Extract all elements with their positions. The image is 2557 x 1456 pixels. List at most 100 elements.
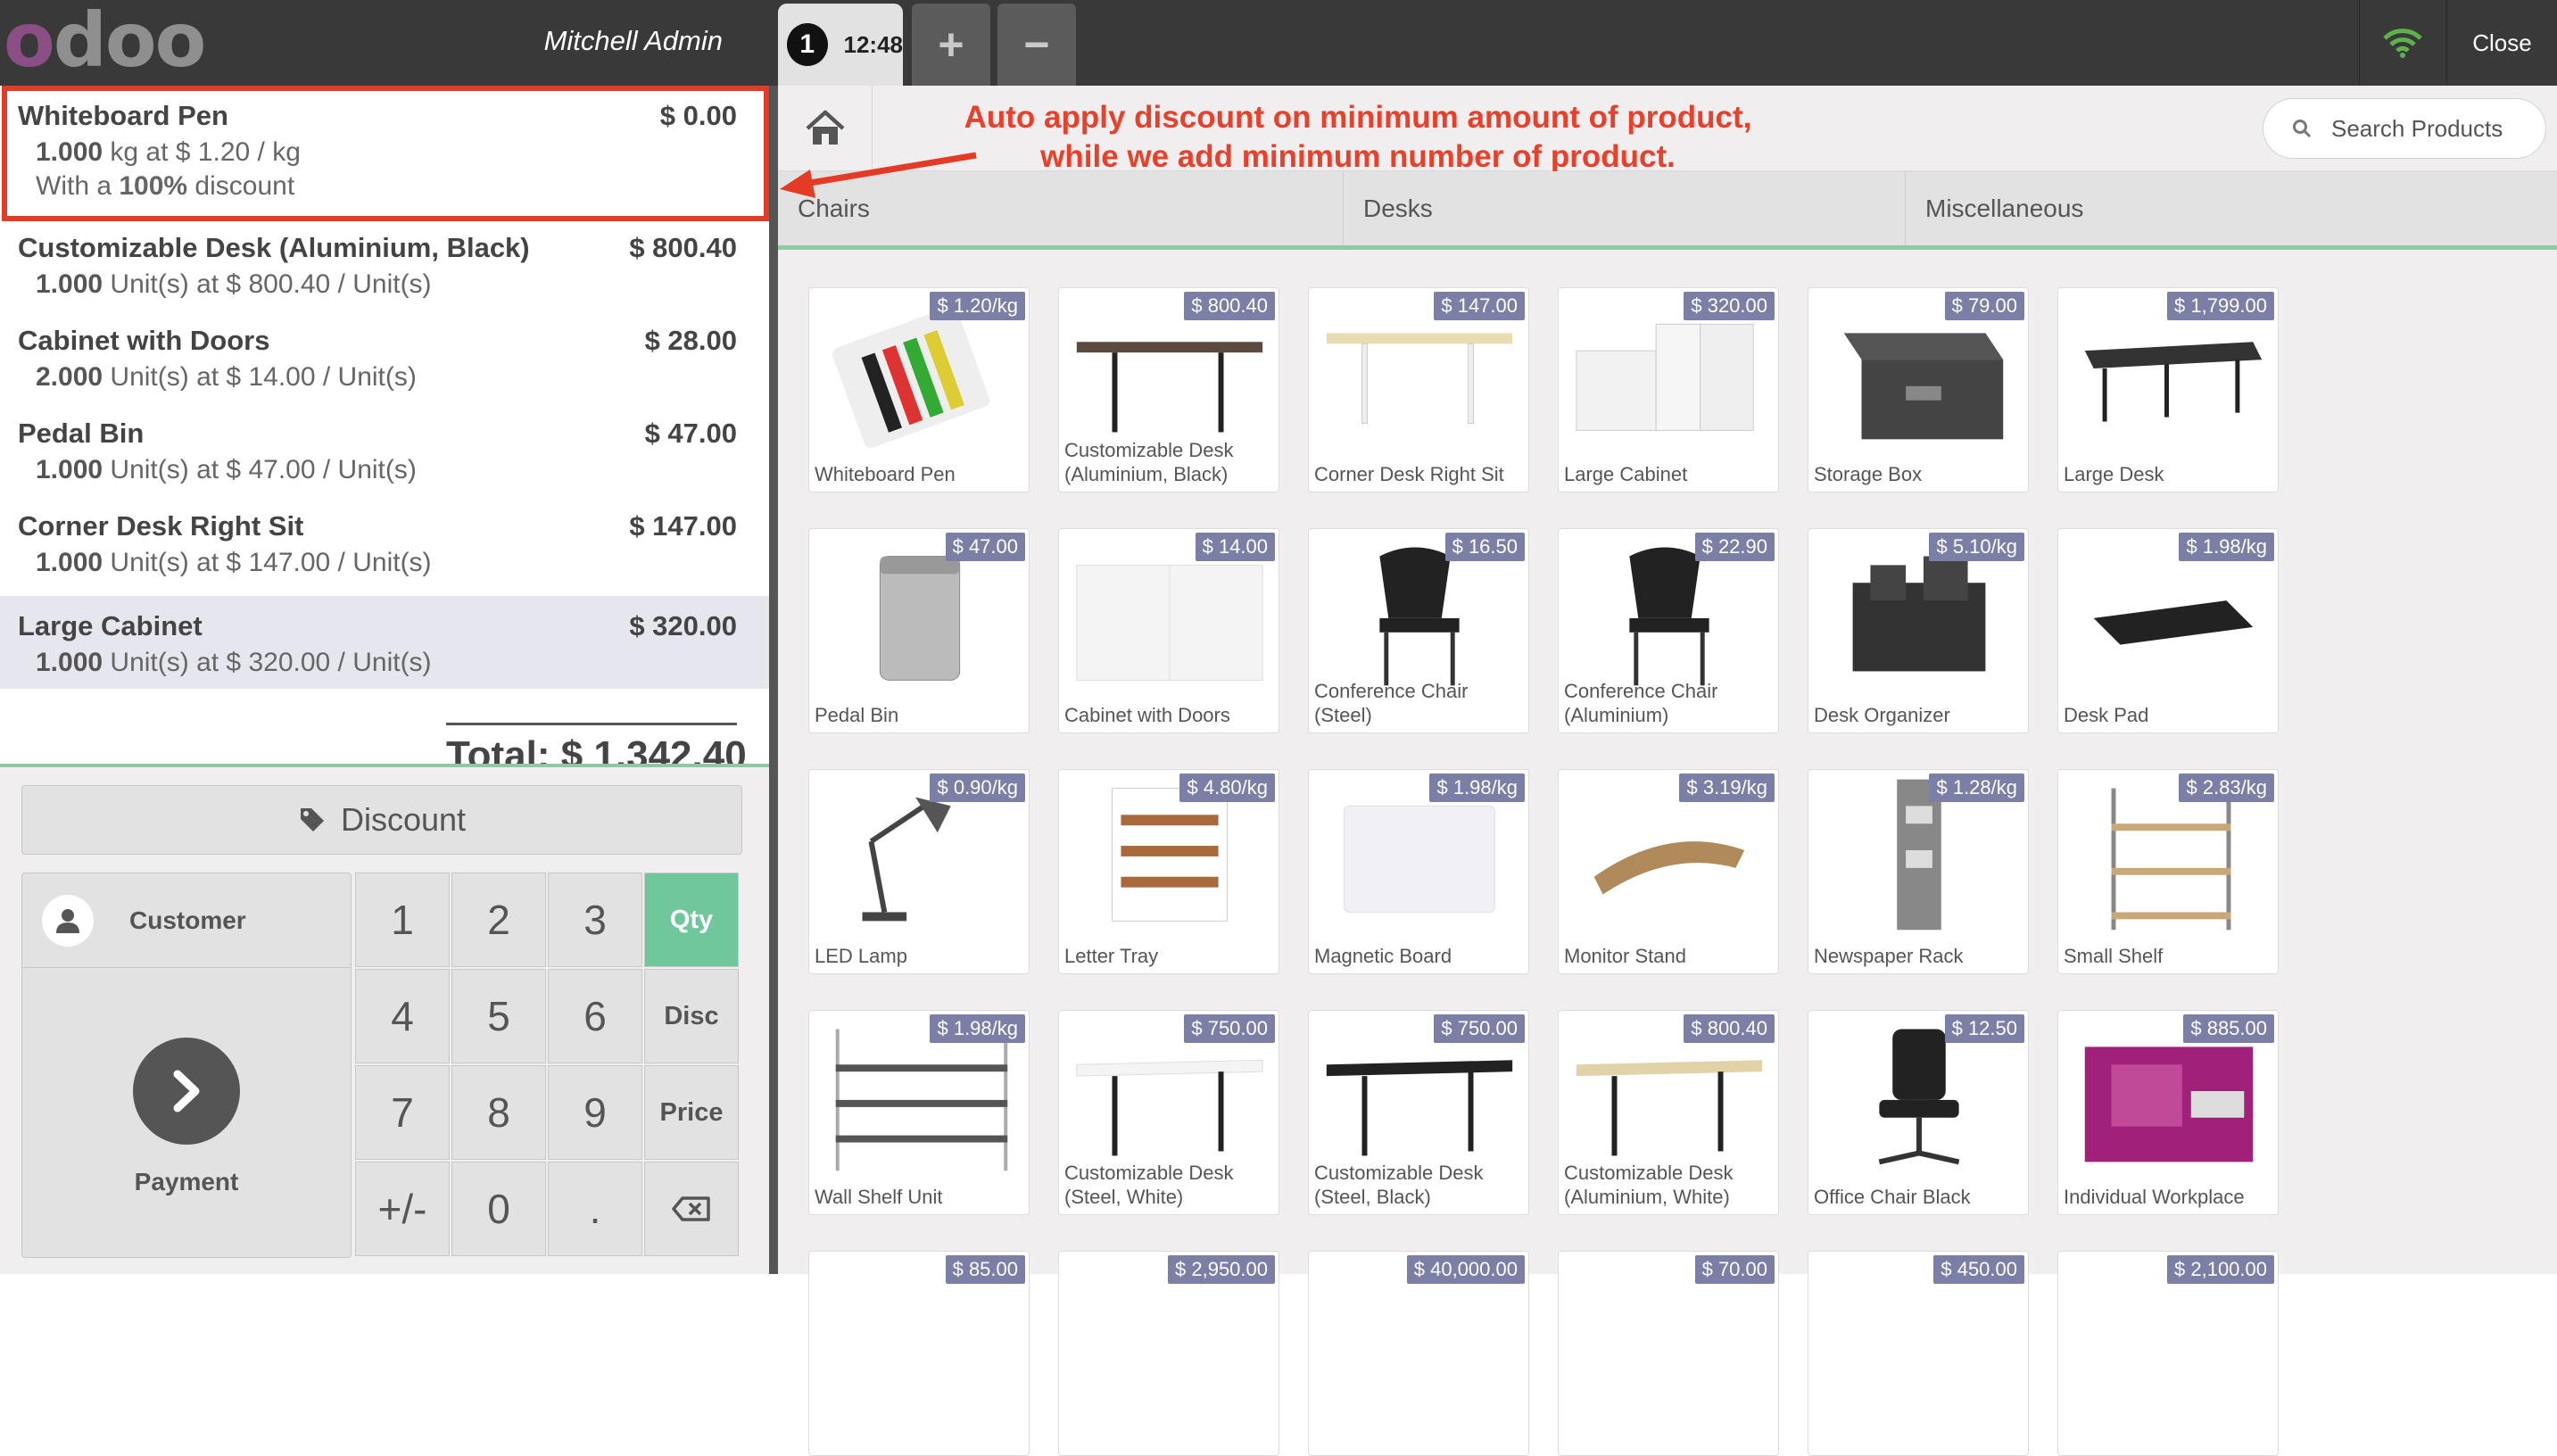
product-card[interactable]: $ 750.00 Customizable Desk (Steel, Black) bbox=[1308, 1010, 1529, 1215]
order-line-unit-info: Unit(s) at $ 14.00 / Unit(s) bbox=[103, 362, 417, 392]
numpad-key-dot[interactable]: . bbox=[548, 1162, 642, 1256]
numpad-key-1[interactable]: 1 bbox=[355, 873, 450, 967]
product-price-tag: $ 1.98/kg bbox=[1429, 774, 1525, 802]
product-name: Cabinet with Doors bbox=[1064, 704, 1230, 726]
product-card[interactable]: $ 800.40 Customizable Desk (Aluminium, Bl… bbox=[1058, 287, 1279, 492]
order-tab[interactable]: 1 12:48 bbox=[778, 4, 903, 86]
numpad-key-8[interactable]: 8 bbox=[451, 1065, 546, 1160]
order-line[interactable]: Corner Desk Right Sit $ 147.00 1.000 Uni… bbox=[0, 496, 769, 589]
order-line-name: Corner Desk Right Sit bbox=[18, 510, 304, 542]
product-price-tag: $ 147.00 bbox=[1434, 292, 1525, 320]
numpad-key-6[interactable]: 6 bbox=[548, 969, 642, 1063]
product-card[interactable]: $ 885.00 Individual Workplace bbox=[2057, 1010, 2279, 1215]
product-card[interactable]: $ 147.00 Corner Desk Right Sit bbox=[1308, 287, 1529, 492]
payment-label[interactable]: Payment bbox=[22, 1168, 351, 1196]
order-line-selected[interactable]: Large Cabinet $ 320.00 1.000 Unit(s) at … bbox=[0, 596, 769, 689]
order-line[interactable]: Pedal Bin $ 47.00 1.000 Unit(s) at $ 47.… bbox=[0, 403, 769, 496]
product-card[interactable]: $ 2.83/kg Small Shelf bbox=[2057, 769, 2279, 974]
numpad-key-9[interactable]: 9 bbox=[548, 1065, 642, 1160]
numpad-key-plusminus[interactable]: +/- bbox=[355, 1162, 450, 1256]
search-input[interactable]: Search Products bbox=[2263, 98, 2546, 159]
wifi-icon[interactable] bbox=[2359, 0, 2445, 86]
discount-button[interactable]: Discount bbox=[21, 785, 742, 855]
product-card[interactable]: $ 3.19/kg Monitor Stand bbox=[1558, 769, 1779, 974]
numpad-key-3[interactable]: 3 bbox=[548, 873, 642, 967]
mode-qty-button[interactable]: Qty bbox=[644, 873, 739, 967]
order-line-price: $ 0.00 bbox=[659, 100, 737, 131]
discount-button-label: Discount bbox=[340, 801, 467, 838]
product-card[interactable]: $ 5.10/kg Desk Organizer bbox=[1808, 528, 2029, 733]
product-card[interactable]: $ 1.98/kg Magnetic Board bbox=[1308, 769, 1529, 974]
order-line-qty-info: 1.000 Unit(s) at $ 47.00 / Unit(s) bbox=[36, 455, 417, 485]
numpad-key-7[interactable]: 7 bbox=[355, 1065, 450, 1160]
product-card[interactable]: $ 1.98/kg Wall Shelf Unit bbox=[808, 1010, 1030, 1215]
new-order-button[interactable]: + bbox=[912, 4, 990, 86]
product-card[interactable]: $ 800.40 Customizable Desk (Aluminium, Wh… bbox=[1558, 1010, 1779, 1215]
user-icon-glyph bbox=[56, 908, 79, 933]
product-card[interactable]: $ 40,000.00 bbox=[1308, 1251, 1529, 1456]
cashier-name[interactable]: Mitchell Admin bbox=[473, 25, 723, 57]
product-card[interactable]: $ 0.90/kg LED Lamp bbox=[808, 769, 1030, 974]
close-button[interactable]: Close bbox=[2446, 0, 2557, 86]
order-line-unit-info: Unit(s) at $ 147.00 / Unit(s) bbox=[103, 548, 432, 577]
product-card[interactable]: $ 750.00 Customizable Desk (Steel, White) bbox=[1058, 1010, 1279, 1215]
category-bar: Chairs Desks Miscellaneous bbox=[778, 171, 2557, 250]
product-card[interactable]: $ 2,950.00 bbox=[1058, 1251, 1279, 1456]
mode-disc-button[interactable]: Disc bbox=[644, 969, 739, 1063]
product-card[interactable]: $ 1,799.00 Large Desk bbox=[2057, 287, 2279, 492]
order-line-qty: 1.000 bbox=[36, 269, 103, 299]
product-name: Large Desk bbox=[2064, 463, 2164, 485]
product-name: Whiteboard Pen bbox=[815, 463, 956, 485]
product-card[interactable]: $ 1.98/kg Desk Pad bbox=[2057, 528, 2279, 733]
order-line[interactable]: Whiteboard Pen $ 0.00 1.000 kg at $ 1.20… bbox=[0, 86, 769, 218]
product-card[interactable]: $ 12.50 Office Chair Black bbox=[1808, 1010, 2029, 1215]
product-card[interactable]: $ 320.00 Large Cabinet bbox=[1558, 287, 1779, 492]
product-name: Customizable Desk (Steel, Black) bbox=[1314, 1162, 1484, 1208]
product-card[interactable]: $ 450.00 bbox=[1808, 1251, 2029, 1456]
order-time: 12:48 bbox=[843, 30, 904, 58]
category-miscellaneous[interactable]: Miscellaneous bbox=[1906, 171, 2557, 245]
product-card[interactable]: $ 47.00 Pedal Bin bbox=[808, 528, 1030, 733]
product-price-tag: $ 14.00 bbox=[1195, 533, 1275, 561]
product-card[interactable]: $ 22.90 Conference Chair (Aluminium) bbox=[1558, 528, 1779, 733]
product-price-tag: $ 1.20/kg bbox=[930, 292, 1025, 320]
order-number-badge: 1 bbox=[787, 23, 828, 66]
product-price-tag: $ 750.00 bbox=[1184, 1014, 1275, 1043]
product-card[interactable]: $ 14.00 Cabinet with Doors bbox=[1058, 528, 1279, 733]
product-card[interactable]: $ 1.28/kg Newspaper Rack bbox=[1808, 769, 2029, 974]
product-card[interactable]: $ 70.00 bbox=[1558, 1251, 1779, 1456]
order-line-name: Pedal Bin bbox=[18, 418, 145, 449]
discount-prefix: With a bbox=[36, 171, 120, 201]
payment-button[interactable] bbox=[133, 1038, 240, 1145]
customer-label: Customer bbox=[129, 906, 246, 934]
product-name: Corner Desk Right Sit bbox=[1314, 463, 1504, 485]
product-price-tag: $ 1.98/kg bbox=[2179, 533, 2274, 561]
product-price-tag: $ 5.10/kg bbox=[1929, 533, 2024, 561]
order-line-unit-info: kg at $ 1.20 / kg bbox=[103, 137, 301, 167]
order-line[interactable]: Customizable Desk (Aluminium, Black) $ 8… bbox=[0, 218, 769, 310]
order-line-discount: With a 100% discount bbox=[36, 171, 294, 202]
numpad-key-4[interactable]: 4 bbox=[355, 969, 450, 1063]
backspace-button[interactable] bbox=[644, 1162, 739, 1256]
order-line[interactable]: Cabinet with Doors $ 28.00 2.000 Unit(s)… bbox=[0, 310, 769, 403]
product-card[interactable]: $ 4.80/kg Letter Tray bbox=[1058, 769, 1279, 974]
product-card[interactable]: $ 16.50 Conference Chair (Steel) bbox=[1308, 528, 1529, 733]
category-desks[interactable]: Desks bbox=[1344, 171, 1906, 245]
logo-letter: d bbox=[53, 0, 107, 84]
product-name: Customizable Desk (Steel, White) bbox=[1064, 1162, 1234, 1208]
customer-button[interactable]: Customer bbox=[22, 873, 351, 968]
annotation-text: Auto apply discount on minimum amount of… bbox=[867, 98, 1849, 177]
order-line-qty: 2.000 bbox=[36, 362, 103, 392]
mode-price-button[interactable]: Price bbox=[644, 1065, 739, 1160]
wifi-icon-glyph bbox=[2382, 29, 2422, 58]
product-price-tag: $ 750.00 bbox=[1434, 1014, 1525, 1043]
order-panel: Whiteboard Pen $ 0.00 1.000 kg at $ 1.20… bbox=[0, 86, 769, 767]
numpad-key-5[interactable]: 5 bbox=[451, 969, 546, 1063]
numpad-key-0[interactable]: 0 bbox=[451, 1162, 546, 1256]
product-card[interactable]: $ 85.00 bbox=[808, 1251, 1030, 1456]
product-card[interactable]: $ 1.20/kg Whiteboard Pen bbox=[808, 287, 1030, 492]
numpad-key-2[interactable]: 2 bbox=[451, 873, 546, 967]
product-card[interactable]: $ 79.00 Storage Box bbox=[1808, 287, 2029, 492]
product-card[interactable]: $ 2,100.00 bbox=[2057, 1251, 2279, 1456]
delete-order-button[interactable]: − bbox=[997, 4, 1076, 86]
